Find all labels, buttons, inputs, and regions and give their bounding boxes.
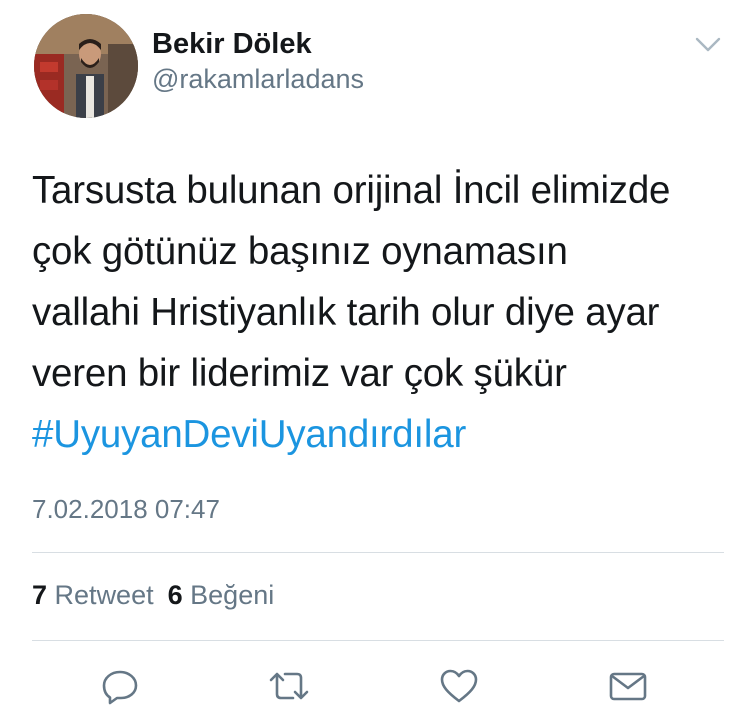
tweet-card: Bekir Dölek @rakamlarladans Tarsusta bul…: [0, 0, 750, 724]
like-icon[interactable]: [437, 664, 481, 708]
display-name[interactable]: Bekir Dölek: [152, 28, 312, 61]
retweet-icon[interactable]: [267, 664, 311, 708]
retweet-count: 7: [32, 580, 48, 610]
hashtag-link[interactable]: #UyuyanDeviUyandırdılar: [32, 404, 732, 465]
engagement-stats: 7 Retweet 6 Beğeni: [32, 580, 274, 611]
direct-message-icon[interactable]: [606, 664, 650, 708]
tweet-text-line: Tarsusta bulunan orijinal İncil elimizde: [32, 169, 671, 212]
like-label: Beğeni: [190, 580, 275, 610]
reply-icon[interactable]: [98, 664, 142, 708]
like-count: 6: [167, 580, 183, 610]
retweet-stat[interactable]: 7 Retweet: [32, 580, 154, 610]
tweet-text: Tarsusta bulunan orijinal İncil elimizde…: [32, 160, 732, 465]
retweet-label: Retweet: [54, 580, 154, 610]
tweet-text-line: çok götünüz başınız oynamasın: [32, 230, 568, 273]
tweet-text-line: veren bir liderimiz var çok şükür: [32, 352, 567, 395]
tweet-timestamp[interactable]: 7.02.2018 07:47: [32, 494, 220, 525]
chevron-down-icon[interactable]: [694, 34, 722, 56]
divider: [32, 640, 724, 641]
avatar[interactable]: [34, 14, 138, 118]
divider: [32, 552, 724, 553]
like-stat[interactable]: 6 Beğeni: [168, 580, 275, 610]
user-handle[interactable]: @rakamlarladans: [152, 64, 364, 95]
tweet-text-line: vallahi Hristiyanlık tarih olur diye aya…: [32, 291, 660, 334]
profile-photo-icon: [34, 14, 138, 118]
